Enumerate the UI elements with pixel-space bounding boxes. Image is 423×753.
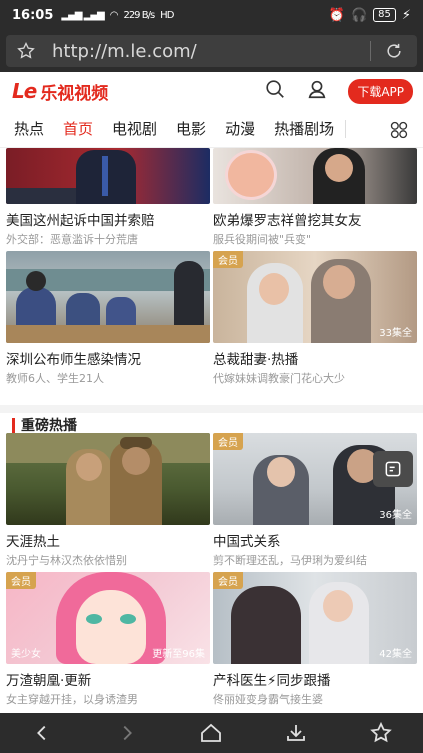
category-nav: 热点 首页 电视剧 电影 动漫 热播剧场	[0, 110, 423, 148]
download-icon[interactable]	[276, 713, 316, 753]
content-feed: 美国这州起诉中国并索赔 外交部：恶意滥诉十分荒唐 欧弟爆罗志祥曾挖其女友 服兵役…	[0, 148, 423, 713]
card-subtitle: 佟丽娅变身霸气接生婆	[213, 693, 323, 706]
vip-badge: 会员	[213, 572, 243, 589]
card-subtitle: 沈丹宁与林汉杰依依惜别	[6, 554, 127, 567]
site-logo[interactable]: Le 乐视视频	[12, 79, 108, 104]
anime-card[interactable]: 会员 美少女 更新至96集 万渣朝凰·更新 女主穿越开挂，以身诱渣男	[6, 572, 210, 707]
news-thumbnail	[213, 148, 417, 204]
logo-mark: Le	[12, 79, 37, 103]
battery-level: 85	[373, 8, 396, 22]
more-categories-icon[interactable]	[389, 120, 409, 144]
card-subtitle: 外交部：恶意滥诉十分荒唐	[6, 233, 138, 246]
browser-toolbar: http://m.le.com/	[0, 30, 423, 72]
tab-anime[interactable]: 动漫	[225, 118, 255, 139]
card-subtitle: 服兵役期间被"兵变"	[213, 233, 312, 246]
address-bar[interactable]: http://m.le.com/	[6, 35, 417, 67]
card-title: 深圳公布师生感染情况	[6, 352, 141, 368]
nav-divider	[345, 119, 347, 138]
episode-count: 33集全	[379, 328, 412, 339]
logo-text: 乐视视频	[40, 83, 109, 104]
drama-card[interactable]: 会员 33集全 总裁甜妻·热播 代嫁妹妹调教豪门花心大少	[213, 251, 417, 386]
forward-icon[interactable]	[107, 713, 147, 753]
home-icon[interactable]	[191, 713, 231, 753]
vip-badge: 会员	[213, 433, 243, 450]
tab-tv-series[interactable]: 电视剧	[112, 118, 157, 139]
episode-count: 更新至96集	[152, 649, 205, 660]
news-card[interactable]: 美国这州起诉中国并索赔 外交部：恶意滥诉十分荒唐	[6, 148, 210, 247]
tab-hot-theater[interactable]: 热播剧场	[274, 118, 334, 139]
news-thumbnail	[6, 251, 210, 343]
card-title: 欧弟爆罗志祥曾挖其女友	[213, 213, 362, 229]
tab-home[interactable]: 首页	[63, 118, 93, 139]
bookmark-star-icon[interactable]	[6, 35, 46, 67]
card-title: 中国式关系	[213, 534, 281, 550]
reload-icon[interactable]	[371, 35, 417, 67]
vip-badge: 会员	[213, 251, 243, 268]
drama-card[interactable]: 会员 42集全 产科医生⚡同步跟播 佟丽娅变身霸气接生婆	[213, 572, 417, 707]
card-subtitle: 剪不断理还乱，马伊琍为爱纠结	[213, 554, 367, 567]
card-title: 产科医生⚡同步跟播	[213, 673, 331, 689]
tab-movies[interactable]: 电影	[176, 118, 206, 139]
network-type: HD	[160, 9, 174, 21]
section-title: 重磅热播	[21, 418, 77, 434]
drama-thumbnail: 会员 33集全	[213, 251, 417, 343]
tab-hot[interactable]: 热点	[14, 118, 44, 139]
back-icon[interactable]	[22, 713, 62, 753]
card-subtitle: 女主穿越开挂，以身诱渣男	[6, 693, 138, 706]
network-speed: 229 B/s	[123, 9, 155, 21]
card-title: 万渣朝凰·更新	[6, 673, 92, 689]
feedback-float-button[interactable]	[373, 451, 413, 487]
site-header: Le 乐视视频 下载APP	[0, 72, 423, 110]
card-title: 美国这州起诉中国并索赔	[6, 213, 155, 229]
genre-tag: 美少女	[11, 649, 41, 660]
charging-icon: ⚡	[401, 7, 411, 23]
alarm-icon: ⏰	[328, 7, 345, 23]
favorites-star-icon[interactable]	[361, 713, 401, 753]
status-time: 16:05	[12, 7, 54, 23]
download-app-button[interactable]: 下载APP	[348, 78, 413, 104]
browser-bottom-bar	[0, 713, 423, 753]
news-card[interactable]: 欧弟爆罗志祥曾挖其女友 服兵役期间被"兵变"	[213, 148, 417, 247]
card-title: 天涯热土	[6, 534, 60, 550]
episode-count: 36集全	[379, 510, 412, 521]
user-icon[interactable]	[306, 78, 328, 104]
edit-note-icon	[385, 461, 401, 477]
anime-thumbnail: 会员 美少女 更新至96集	[6, 572, 210, 664]
news-card[interactable]: 深圳公布师生感染情况 教师6人、学生21人	[6, 251, 210, 386]
episode-count: 42集全	[379, 649, 412, 660]
section-accent	[12, 417, 15, 433]
search-icon[interactable]	[264, 78, 286, 104]
drama-card[interactable]: 天涯热土 沈丹宁与林汉杰依依惜别	[6, 433, 210, 568]
vip-badge: 会员	[6, 572, 36, 589]
headphones-icon: 🎧	[350, 7, 368, 23]
card-subtitle: 代嫁妹妹调教豪门花心大少	[213, 372, 345, 385]
signal-icon: ▂▄▆ ▂▄▆	[61, 9, 104, 21]
drama-thumbnail: 会员 42集全	[213, 572, 417, 664]
drama-thumbnail	[6, 433, 210, 525]
card-title: 总裁甜妻·热播	[213, 352, 299, 368]
url-text[interactable]: http://m.le.com/	[46, 41, 370, 62]
status-bar: 16:05 ▂▄▆ ▂▄▆ ◠ 229 B/s HD ⏰ 🎧 85 ⚡	[0, 0, 423, 30]
news-thumbnail	[6, 148, 210, 204]
wifi-icon: ◠	[109, 9, 119, 21]
card-subtitle: 教师6人、学生21人	[6, 372, 104, 385]
